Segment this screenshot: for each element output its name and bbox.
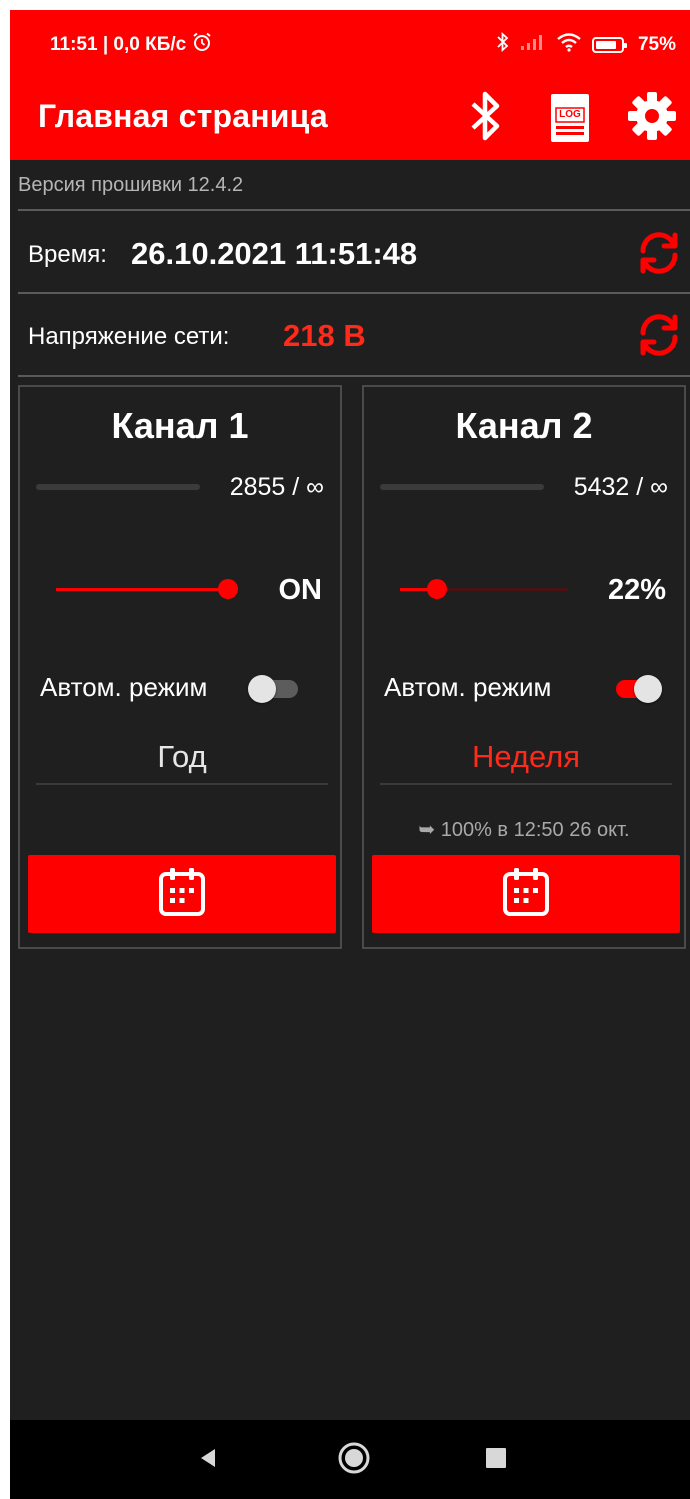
voltage-label: Напряжение сети: <box>28 323 230 350</box>
recents-button[interactable] <box>476 1440 516 1480</box>
log-icon-text: LOG <box>559 109 581 120</box>
back-icon <box>196 1446 220 1475</box>
auto-mode-toggle[interactable] <box>610 675 662 703</box>
app-bar: Главная страница LOG <box>10 76 690 160</box>
log-icon: LOG <box>547 92 593 144</box>
status-time: 11:51 | 0,0 КБ/с <box>50 34 187 55</box>
gear-icon <box>626 90 678 147</box>
auto-mode-label: Автом. режим <box>40 672 208 702</box>
power-slider-track[interactable] <box>56 588 228 591</box>
log-button[interactable]: LOG <box>542 90 598 146</box>
signal-icon <box>520 33 546 57</box>
divider <box>18 209 690 211</box>
battery-icon <box>591 37 627 53</box>
auto-mode-toggle[interactable] <box>248 675 298 703</box>
page-title: Главная страница <box>38 98 328 134</box>
power-slider-thumb[interactable] <box>218 579 238 599</box>
power-value: ON <box>278 574 323 606</box>
calendar-icon <box>501 866 551 923</box>
channel-title: Канал 1 <box>111 405 249 446</box>
alarm-icon <box>192 32 212 58</box>
battery-percent: 75% <box>637 34 676 55</box>
counter-bar <box>36 484 200 490</box>
status-bar: 11:51 | 0,0 КБ/с 75% <box>10 10 690 76</box>
refresh-voltage-button[interactable] <box>634 312 684 362</box>
time-label: Время: <box>28 241 107 268</box>
power-slider-thumb[interactable] <box>426 579 447 599</box>
divider <box>18 292 690 294</box>
phone-screen: 11:51 | 0,0 КБ/с 75% Главная страница LO… <box>10 10 690 1499</box>
refresh-time-button[interactable] <box>634 230 684 280</box>
counter-bar <box>380 484 544 490</box>
divider <box>18 375 690 377</box>
bluetooth-button[interactable] <box>458 90 514 146</box>
calendar-icon <box>157 866 207 923</box>
recents-icon <box>485 1447 507 1474</box>
refresh-icon <box>635 229 683 282</box>
schedule-button[interactable] <box>372 855 680 933</box>
bluetooth-status-icon <box>496 31 510 58</box>
power-slider-track[interactable] <box>400 588 568 591</box>
power-value: 22% <box>607 574 666 606</box>
home-icon <box>337 1441 371 1480</box>
auto-mode-label: Автом. режим <box>384 672 552 702</box>
settings-button[interactable] <box>624 90 680 146</box>
counter-text: 2855 / ∞ <box>229 473 324 501</box>
counter-text: 5432 / ∞ <box>573 473 668 501</box>
next-event-info: ➥ 100% в 12:50 26 окт. <box>418 819 630 841</box>
firmware-version: Версия прошивки 12.4.2 <box>18 174 244 196</box>
bluetooth-icon <box>469 90 503 147</box>
mode-underline <box>380 783 672 785</box>
mode-select[interactable]: Год <box>36 739 328 775</box>
mode-select[interactable]: Неделя <box>380 739 672 775</box>
channel-card-1: Канал 1 2855 / ∞ ON Автом. режим Год <box>18 385 342 949</box>
voltage-value: 218 В <box>283 318 366 353</box>
schedule-button[interactable] <box>28 855 336 933</box>
back-button[interactable] <box>188 1440 228 1480</box>
refresh-icon <box>635 311 683 364</box>
wifi-icon <box>556 32 582 58</box>
mode-underline <box>36 783 328 785</box>
home-button[interactable] <box>334 1440 374 1480</box>
time-value: 26.10.2021 11:51:48 <box>131 236 418 271</box>
system-nav-bar <box>10 1420 690 1499</box>
channel-title: Канал 2 <box>455 405 593 446</box>
channel-card-2: Канал 2 5432 / ∞ 22% Автом. режим Неделя… <box>362 385 686 949</box>
